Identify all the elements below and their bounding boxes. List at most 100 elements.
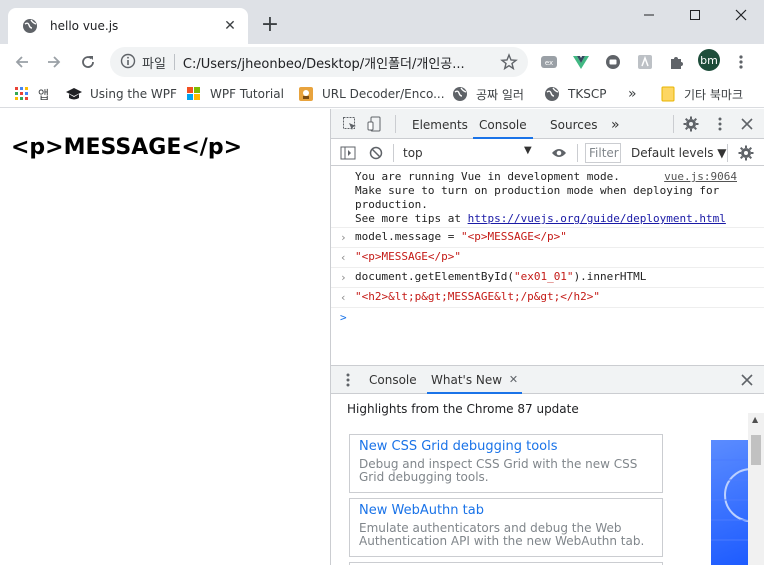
filter-input[interactable]: Filter	[585, 143, 621, 163]
close-drawer-icon[interactable]	[738, 371, 756, 389]
close-devtools-icon[interactable]	[738, 115, 756, 133]
toolbar-divider	[673, 115, 674, 133]
promo-video-thumbnail[interactable]	[711, 440, 749, 565]
show-sidebar-icon[interactable]	[339, 144, 357, 162]
chevron-down-icon[interactable]: ▼	[524, 145, 532, 156]
inspect-element-icon[interactable]	[341, 115, 359, 133]
scroll-up-icon[interactable]: ▲	[752, 415, 758, 424]
input-chevron-icon: ›	[340, 271, 347, 284]
page-viewport: <p>MESSAGE</p>	[0, 109, 330, 565]
drawer-menu-icon[interactable]	[339, 371, 357, 389]
command-string: "ex01_01"	[513, 270, 574, 283]
kebab-menu-icon[interactable]	[731, 52, 751, 72]
result-chevron-icon: ‹	[340, 291, 347, 304]
console-prompt-row[interactable]: >	[331, 308, 764, 328]
url-text[interactable]: C:/Users/jheonbeo/Desktop/개인폴더/개인공...	[183, 53, 481, 72]
bookmark-label: WPF Tutorial	[210, 87, 284, 101]
back-icon[interactable]	[8, 48, 36, 76]
feature-card[interactable]: New WebAuthn tab Emulate authenticators …	[349, 498, 663, 557]
tips-prefix: See more tips at	[355, 212, 468, 225]
maximize-icon[interactable]	[672, 0, 718, 30]
vue-dev-message: production.	[355, 198, 428, 211]
console-input-row: › document.getElementById("ex01_01").inn…	[331, 268, 764, 288]
command-code: ).innerHTML	[573, 270, 647, 283]
bookmark-other[interactable]: 기타 북마크	[660, 84, 743, 104]
command-code: document.getElementById(	[355, 270, 514, 283]
toolbar-divider	[395, 115, 396, 133]
globe-icon	[544, 86, 560, 102]
prompt-chevron-icon[interactable]: >	[340, 311, 347, 324]
drawer-tab-label: What's New	[431, 373, 503, 387]
windows-logo-icon	[186, 86, 202, 102]
puzzle-icon[interactable]	[667, 52, 687, 72]
record-extension-icon[interactable]	[603, 52, 623, 72]
devtools-drawer: Console What's New ✕ Highlights from the…	[331, 365, 764, 565]
command-code: model.message =	[355, 230, 461, 243]
deployment-guide-link[interactable]: https://vuejs.org/guide/deployment.html	[468, 212, 726, 225]
omnibox-divider	[173, 54, 175, 70]
feature-description: Debug and inspect CSS Grid with the new …	[359, 457, 638, 484]
console-settings-gear-icon[interactable]	[737, 144, 755, 162]
bookmark-star-icon[interactable]	[500, 53, 518, 74]
more-tabs-button[interactable]: »	[611, 109, 620, 139]
close-tab-icon[interactable]: ✕	[220, 16, 240, 36]
vue-dev-message: You are running Vue in development mode.	[355, 170, 620, 183]
info-icon[interactable]	[120, 53, 136, 72]
settings-gear-icon[interactable]	[682, 115, 700, 133]
feature-title[interactable]: New CSS Grid debugging tools	[359, 439, 653, 454]
tab-console[interactable]: Console	[473, 109, 533, 139]
tab-title: hello vue.js	[50, 19, 119, 33]
profile-avatar[interactable]: bm	[698, 49, 720, 71]
bookmark-free-illust[interactable]: 공짜 일러	[452, 84, 524, 104]
browser-tab[interactable]: hello vue.js ✕	[8, 8, 248, 44]
minimize-icon[interactable]	[626, 0, 672, 30]
drawer-scrollbar[interactable]: ▲	[748, 413, 764, 565]
tab-strip: hello vue.js ✕ +	[0, 0, 764, 44]
log-levels-dropdown[interactable]: Default levels ▼	[631, 146, 727, 160]
devtools-panel: Elements Console Sources » top ▼ Filter …	[330, 109, 764, 565]
extension-ex-icon[interactable]: ex	[539, 52, 559, 72]
clear-console-icon[interactable]	[367, 144, 385, 162]
new-tab-button[interactable]: +	[258, 14, 282, 38]
tab-sources[interactable]: Sources	[550, 109, 597, 139]
vue-devtools-icon[interactable]	[571, 52, 591, 72]
drawer-tab-console[interactable]: Console	[369, 366, 417, 394]
bookmark-wpf-tutorial[interactable]: WPF Tutorial	[186, 84, 284, 104]
toolbar-divider	[393, 144, 394, 162]
feature-card[interactable]: New CSS Grid debugging tools Debug and i…	[349, 434, 663, 493]
input-chevron-icon: ›	[340, 231, 347, 244]
reload-icon[interactable]	[74, 48, 102, 76]
scheme-label: 파일	[142, 56, 166, 72]
bookmark-tkscp[interactable]: TKSCP	[544, 84, 606, 104]
drawer-tab-whats-new[interactable]: What's New ✕	[427, 366, 523, 394]
bookmark-using-wpf[interactable]: Using the WPF	[66, 84, 177, 104]
command-string: "<p>MESSAGE</p>"	[460, 230, 567, 243]
svg-text:ex: ex	[545, 59, 553, 67]
source-link[interactable]: vue.js:9064	[664, 170, 737, 183]
close-window-icon[interactable]	[718, 0, 764, 30]
console-command: model.message = "<p>MESSAGE</p>"	[355, 230, 567, 243]
toolbar-divider	[727, 144, 728, 162]
bookmarks-bar: 앱 Using the WPF WPF Tutorial URL Decoder…	[0, 80, 764, 108]
bookmark-apps[interactable]: 앱	[14, 84, 49, 104]
pdf-extension-icon[interactable]	[635, 52, 655, 72]
console-result-row: ‹ "<h2>&lt;p&gt;MESSAGE&lt;/p&gt;</h2>"	[331, 288, 764, 308]
close-tab-icon[interactable]: ✕	[509, 366, 518, 394]
forward-icon[interactable]	[40, 48, 68, 76]
bookmark-url-decoder[interactable]: URL Decoder/Enco...	[298, 84, 445, 104]
url-decoder-icon	[298, 86, 314, 102]
bookmarks-overflow-button[interactable]: »	[628, 84, 637, 104]
device-toolbar-icon[interactable]	[366, 115, 384, 133]
whats-new-heading: Highlights from the Chrome 87 update	[347, 402, 579, 416]
devtools-menu-icon[interactable]	[711, 115, 729, 133]
vue-dev-message: Make sure to turn on production mode whe…	[355, 184, 720, 197]
scrollbar-thumb[interactable]	[751, 435, 761, 465]
address-bar[interactable]: 파일 C:/Users/jheonbeo/Desktop/개인폴더/개인공...	[110, 47, 528, 77]
context-selector[interactable]: top	[403, 146, 423, 160]
tab-elements[interactable]: Elements	[412, 109, 468, 139]
globe-icon	[452, 86, 468, 102]
console-result: "<h2>&lt;p&gt;MESSAGE&lt;/p&gt;</h2>"	[355, 290, 601, 303]
live-expression-eye-icon[interactable]	[550, 144, 568, 162]
message-heading: <p>MESSAGE</p>	[11, 135, 242, 160]
feature-title[interactable]: New WebAuthn tab	[359, 503, 653, 518]
